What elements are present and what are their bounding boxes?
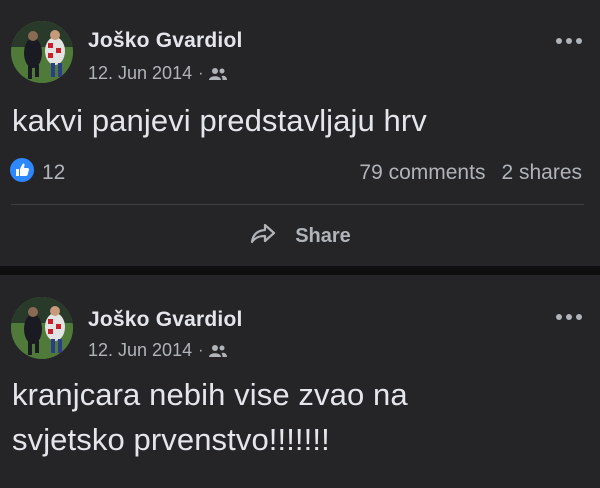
meta-separator: · (198, 64, 204, 82)
friends-icon[interactable] (209, 67, 228, 81)
post-date[interactable]: 12. Jun 2014 (88, 340, 192, 361)
more-options-icon[interactable] (555, 33, 583, 44)
shares-count[interactable]: 2 shares (501, 161, 582, 185)
share-label: Share (295, 224, 351, 247)
reaction-count: 12 (42, 161, 66, 184)
post-meta: 12. Jun 2014 · (88, 340, 228, 361)
post-text-line: svjetsko prvenstvo!!!!!!! (12, 422, 330, 457)
avatar[interactable] (11, 297, 73, 359)
comments-count[interactable]: 79 comments (359, 161, 485, 185)
post-text-line: kranjcara nebih vise zvao na (12, 377, 408, 412)
meta-separator: · (198, 341, 204, 359)
friends-icon[interactable] (209, 344, 228, 358)
post-meta: 12. Jun 2014 · (88, 63, 228, 84)
news-feed: Joško Gvardiol 12. Jun 2014 · kakvi panj… (0, 0, 600, 488)
post-text: kakvi panjevi predstavljaju hrv (12, 103, 427, 138)
post-date[interactable]: 12. Jun 2014 (88, 63, 192, 84)
divider (11, 204, 584, 205)
avatar[interactable] (11, 21, 73, 83)
reaction-summary[interactable]: 12 (10, 158, 65, 188)
post-author[interactable]: Joško Gvardiol (88, 29, 243, 53)
post-card: Joško Gvardiol 12. Jun 2014 · kakvi panj… (0, 0, 600, 266)
share-icon (249, 222, 277, 250)
post-author[interactable]: Joško Gvardiol (88, 308, 243, 332)
post-stats: 12 79 comments 2 shares (10, 158, 582, 188)
like-icon (10, 158, 34, 188)
share-button[interactable]: Share (0, 219, 600, 253)
more-options-icon[interactable] (555, 309, 583, 320)
post-card: Joško Gvardiol 12. Jun 2014 · kranjcara (0, 275, 600, 488)
post-text: kranjcara nebih vise zvao na svjetsko pr… (12, 372, 572, 462)
